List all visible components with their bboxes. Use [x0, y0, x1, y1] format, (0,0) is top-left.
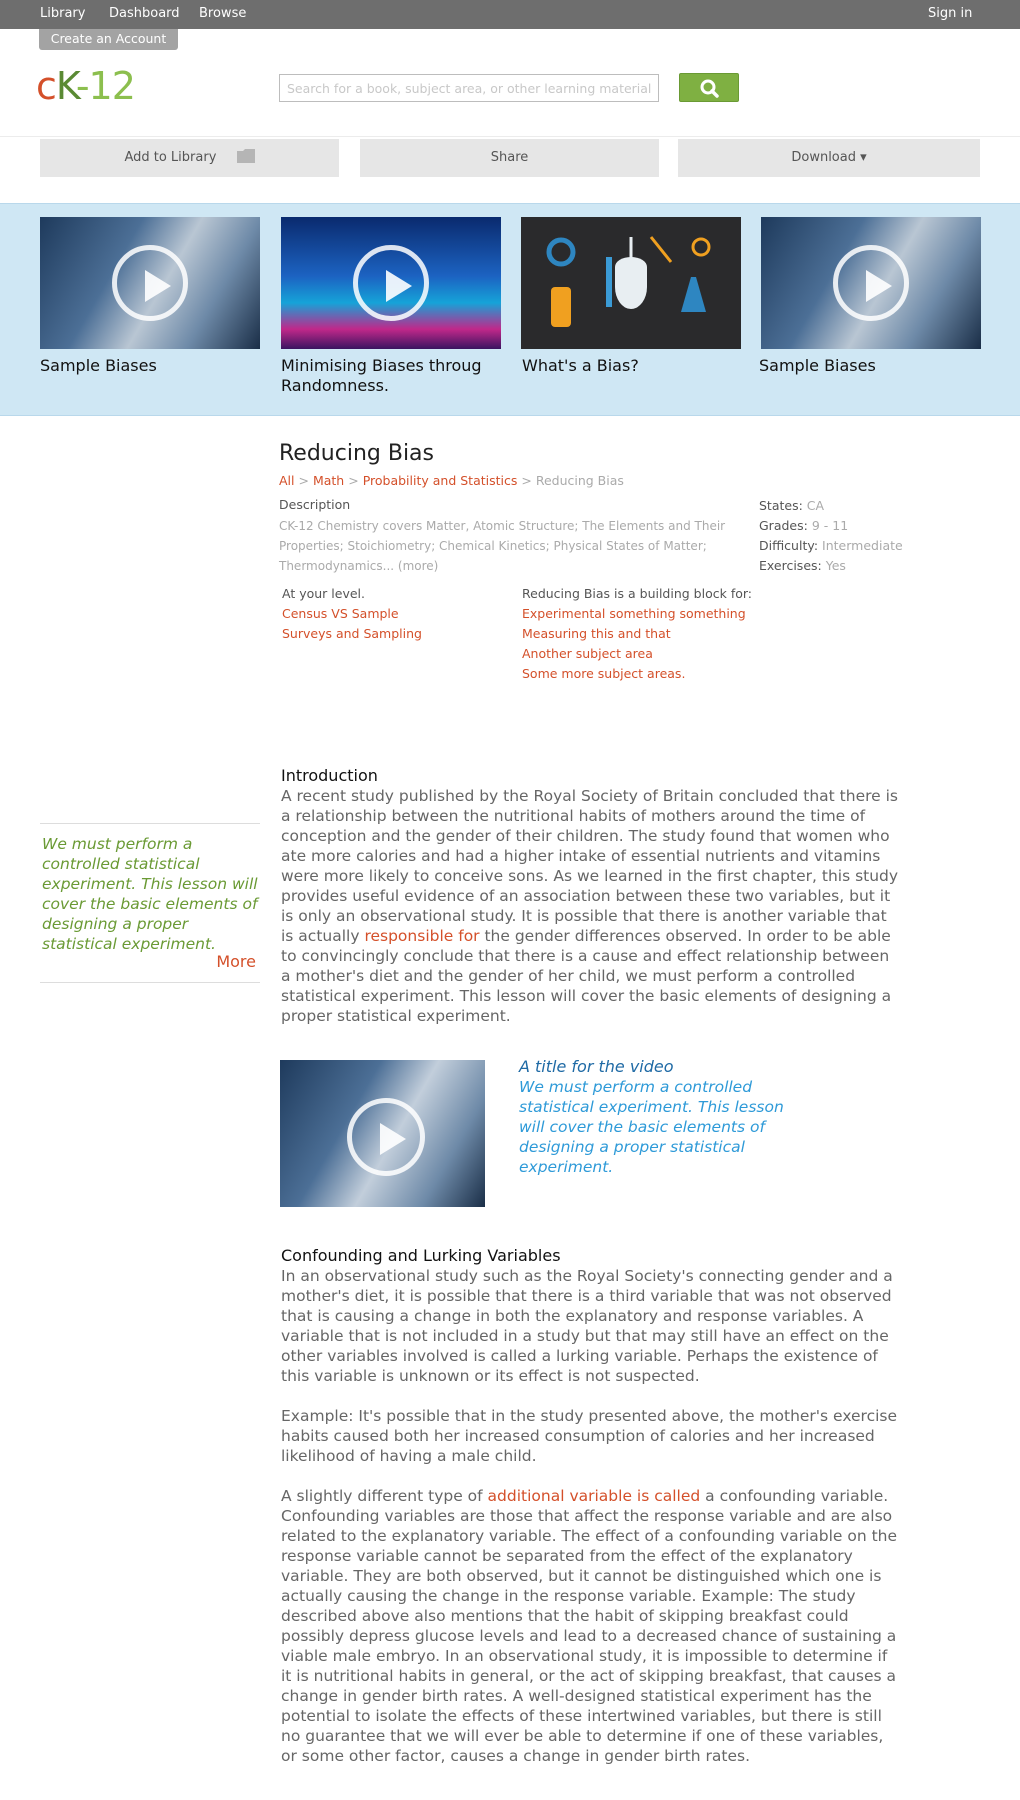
search-button[interactable] — [679, 73, 739, 102]
confounding-paragraph-1: In an observational study such as the Ro… — [281, 1267, 893, 1385]
header-divider — [0, 136, 1020, 137]
meta-difficulty: Difficulty: Intermediate — [759, 538, 903, 553]
nav-dashboard-link[interactable]: Dashboard — [109, 6, 180, 21]
introduction-paragraph: A recent study published by the Royal So… — [281, 787, 899, 1025]
page-title: Reducing Bias — [279, 441, 434, 466]
block-link-1[interactable]: Experimental something something — [522, 606, 746, 621]
science-illustration — [546, 236, 711, 327]
sidebar-more-link[interactable]: More — [216, 952, 256, 971]
create-account-button[interactable]: Create an Account — [39, 29, 178, 50]
search-icon — [700, 79, 719, 98]
video-title-3[interactable]: What's a Bias? — [522, 356, 752, 376]
video-title-1[interactable]: Sample Biases — [40, 356, 270, 376]
top-nav: Library Dashboard Browse Sign in — [0, 0, 1020, 29]
breadcrumb-current: Reducing Bias — [535, 473, 624, 488]
add-to-library-label: Add to Library — [124, 150, 217, 165]
description-text: CK-12 Chemistry covers Matter, Atomic St… — [279, 519, 726, 573]
video-thumbnail-4[interactable] — [761, 217, 981, 349]
confounding-paragraph-3: A slightly different type of additional … — [281, 1487, 898, 1765]
sign-in-link[interactable]: Sign in — [928, 6, 972, 21]
folder-icon — [236, 149, 255, 163]
block-link-4[interactable]: Some more subject areas. — [522, 666, 685, 681]
breadcrumb: All > Math > Probability and Statistics … — [279, 473, 624, 488]
play-icon — [112, 245, 188, 321]
level-link-1[interactable]: Census VS Sample — [282, 606, 399, 621]
video-thumbnail-3[interactable] — [521, 217, 741, 349]
ck12-logo[interactable]: cK-12 — [36, 64, 136, 108]
confounding-heading: Confounding and Lurking Variables — [281, 1246, 561, 1265]
meta-states: States: CA — [759, 498, 825, 513]
block-link-3[interactable]: Another subject area — [522, 646, 653, 661]
video-thumbnail-1[interactable] — [40, 217, 260, 349]
play-icon — [346, 1097, 425, 1176]
meta-exercises: Exercises: Yes — [759, 558, 846, 573]
breadcrumb-all[interactable]: All — [279, 473, 295, 488]
search-input[interactable] — [279, 74, 659, 102]
nav-library-link[interactable]: Library — [40, 6, 85, 21]
video-thumbnail-2[interactable] — [281, 217, 501, 349]
play-icon — [353, 245, 429, 321]
breadcrumb-probability[interactable]: Probability and Statistics — [363, 473, 518, 488]
confounding-paragraph-2: Example: It's possible that in the study… — [281, 1407, 898, 1465]
breadcrumb-math[interactable]: Math — [313, 473, 344, 488]
mouse-icon — [615, 257, 647, 309]
feature-video-description: We must perform a controlled statistical… — [519, 1078, 784, 1176]
block-link-2[interactable]: Measuring this and that — [522, 626, 671, 641]
download-button[interactable]: Download ▾ — [678, 139, 980, 177]
play-icon — [833, 245, 909, 321]
introduction-heading: Introduction — [281, 766, 378, 785]
feature-video-thumbnail[interactable] — [280, 1060, 485, 1207]
description-label: Description — [279, 497, 351, 512]
add-to-library-button[interactable]: Add to Library — [40, 139, 339, 177]
meta-grades: Grades: 9 - 11 — [759, 518, 849, 533]
nav-browse-link[interactable]: Browse — [199, 6, 246, 21]
level-link-2[interactable]: Surveys and Sampling — [282, 626, 422, 641]
sidebar-text: We must perform a controlled statistical… — [42, 835, 258, 953]
sidebar-callout: We must perform a controlled statistical… — [40, 823, 260, 983]
building-block-label: Reducing Bias is a building block for: — [522, 586, 752, 601]
at-your-level-label: At your level. — [282, 586, 365, 601]
responsible-for-link[interactable]: responsible for — [364, 927, 479, 945]
additional-variable-link[interactable]: additional variable is called — [488, 1487, 701, 1505]
share-button[interactable]: Share — [360, 139, 659, 177]
feature-video-title[interactable]: A title for the video — [519, 1057, 674, 1076]
video-title-4[interactable]: Sample Biases — [759, 356, 989, 376]
related-videos-band: Sample Biases Minimising Biases throug R… — [0, 203, 1020, 416]
video-title-2[interactable]: Minimising Biases throug Randomness. — [281, 356, 511, 396]
